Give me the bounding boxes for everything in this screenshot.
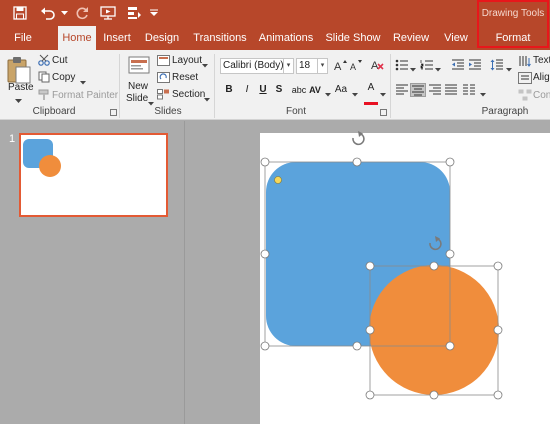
copy-dropdown-icon[interactable] <box>80 76 86 88</box>
tab-review[interactable]: Review <box>391 26 431 50</box>
layout-dropdown-icon[interactable] <box>202 59 208 71</box>
decrease-font-size-icon[interactable]: A <box>350 59 364 74</box>
section-dropdown-icon[interactable] <box>204 93 210 105</box>
bullets-dropdown-icon[interactable] <box>410 63 416 75</box>
start-from-beginning-icon[interactable] <box>97 2 119 24</box>
tab-view[interactable]: View <box>440 26 472 50</box>
bullets-icon[interactable] <box>395 59 409 74</box>
slide-canvas[interactable] <box>260 133 550 424</box>
ribbon-tab-row: File Home Insert Design Transitions Anim… <box>0 26 550 50</box>
align-right-icon[interactable] <box>428 83 444 97</box>
cut-button[interactable]: Cut <box>52 55 68 66</box>
slide-number: 1 <box>9 133 16 145</box>
tab-file[interactable]: File <box>8 26 38 50</box>
numbering-icon[interactable] <box>420 59 434 74</box>
decrease-indent-icon[interactable] <box>451 59 465 74</box>
font-name-value: Calibri (Body) <box>223 60 284 71</box>
copy-icon[interactable] <box>38 71 50 86</box>
font-color-dropdown-icon[interactable] <box>380 88 386 100</box>
ribbon: Paste Cut Copy Format Painter Clipboard … <box>0 50 550 120</box>
columns-dropdown-icon[interactable] <box>480 88 486 100</box>
format-painter-button[interactable]: Format Painter <box>52 90 118 101</box>
align-text-button[interactable]: Alig <box>533 72 550 83</box>
slide-thumbnail[interactable] <box>19 133 168 217</box>
reset-icon[interactable] <box>157 72 170 86</box>
tab-transitions[interactable]: Transitions <box>192 26 248 50</box>
group-separator <box>119 54 120 118</box>
strikethrough-button[interactable]: S <box>272 83 286 97</box>
section-icon[interactable] <box>157 89 170 103</box>
font-name-combo[interactable]: Calibri (Body) ▾ <box>220 58 294 74</box>
svg-text:A: A <box>350 62 356 71</box>
layout-button[interactable]: Layout <box>172 55 202 66</box>
save-icon[interactable] <box>9 2 31 24</box>
new-slide-button[interactable]: Slide <box>126 93 148 104</box>
layout-icon[interactable] <box>157 55 170 69</box>
tab-home[interactable]: Home <box>58 26 96 50</box>
font-name-dropdown-icon[interactable]: ▾ <box>283 59 293 73</box>
slides-group-label: Slides <box>154 106 182 117</box>
font-size-combo[interactable]: 18 ▾ <box>296 58 328 74</box>
increase-indent-icon[interactable] <box>468 59 482 74</box>
increase-font-size-icon[interactable]: A <box>334 59 348 74</box>
character-spacing-button[interactable]: AV <box>306 83 324 97</box>
line-spacing-icon[interactable] <box>490 59 504 74</box>
new-slide-label[interactable]: New <box>128 81 148 92</box>
line-spacing-dropdown-icon[interactable] <box>506 63 512 75</box>
clear-formatting-icon[interactable]: A <box>371 58 385 75</box>
convert-to-smartart-icon[interactable] <box>518 89 532 104</box>
customize-qat-icon[interactable] <box>147 2 161 24</box>
title-bar <box>0 0 550 26</box>
cut-icon[interactable] <box>38 54 50 69</box>
group-separator <box>214 54 215 118</box>
font-group-label: Font <box>285 106 306 117</box>
reset-button[interactable]: Reset <box>172 72 198 83</box>
columns-icon[interactable] <box>462 83 478 97</box>
clipboard-group-label: Clipboard <box>32 106 76 117</box>
group-separator <box>390 54 391 118</box>
bold-button[interactable]: B <box>222 83 236 97</box>
quick-access-toolbar <box>0 0 161 26</box>
underline-button[interactable]: U <box>256 83 270 97</box>
align-center-icon[interactable] <box>410 83 426 97</box>
change-case-button[interactable]: Aa <box>332 83 350 97</box>
text-direction-icon[interactable] <box>518 55 532 70</box>
section-button[interactable]: Section <box>172 89 205 100</box>
copy-button[interactable]: Copy <box>52 72 75 83</box>
clipboard-dialog-launcher-icon[interactable] <box>110 109 117 116</box>
svg-text:A: A <box>371 60 379 72</box>
redo-icon[interactable] <box>71 2 93 24</box>
undo-icon[interactable] <box>37 2 59 24</box>
font-size-value: 18 <box>299 60 311 71</box>
tab-animations[interactable]: Animations <box>258 26 314 50</box>
format-painter-icon[interactable] <box>38 89 50 104</box>
paste-button[interactable]: Paste <box>8 82 34 93</box>
touch-mouse-mode-icon[interactable] <box>123 2 145 24</box>
character-spacing-dropdown-icon[interactable] <box>325 88 331 100</box>
font-color-swatch <box>364 96 378 105</box>
paragraph-group-label: Paragraph <box>481 106 529 117</box>
change-case-dropdown-icon[interactable] <box>352 88 358 100</box>
text-direction-button[interactable]: Text <box>533 55 550 66</box>
drawing-tools-highlight: Drawing Tools <box>477 0 549 48</box>
new-slide-icon[interactable] <box>128 56 150 79</box>
italic-button[interactable]: I <box>240 83 254 97</box>
convert-to-smartart-button[interactable]: Con <box>533 90 550 101</box>
font-dialog-launcher-icon[interactable] <box>380 109 387 116</box>
justify-icon[interactable] <box>444 83 460 97</box>
tab-insert[interactable]: Insert <box>100 26 134 50</box>
font-color-button[interactable]: A <box>364 81 378 95</box>
numbering-dropdown-icon[interactable] <box>435 63 441 75</box>
align-left-icon[interactable] <box>395 83 411 97</box>
align-text-icon[interactable] <box>518 72 532 87</box>
drawing-tools-label: Drawing Tools <box>481 8 545 19</box>
thumb-circle <box>39 155 61 177</box>
undo-dropdown-icon[interactable] <box>59 2 69 24</box>
font-size-dropdown-icon[interactable]: ▾ <box>317 59 327 73</box>
svg-text:A: A <box>334 61 342 71</box>
tab-slide-show[interactable]: Slide Show <box>325 26 381 50</box>
tab-design[interactable]: Design <box>144 26 180 50</box>
